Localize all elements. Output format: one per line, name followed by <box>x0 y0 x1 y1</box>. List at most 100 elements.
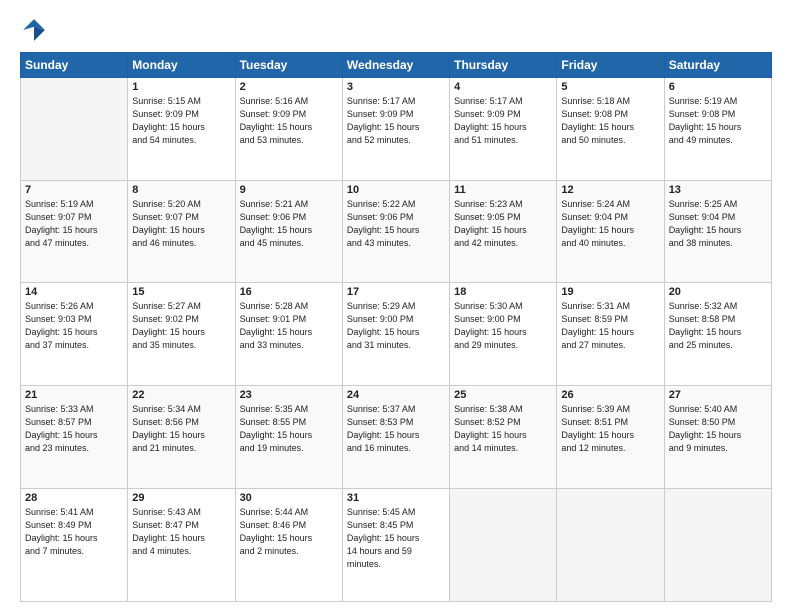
day-info: Sunrise: 5:43 AM Sunset: 8:47 PM Dayligh… <box>132 506 230 558</box>
day-number: 14 <box>25 286 123 298</box>
logo-icon <box>20 16 48 44</box>
day-cell: 27 Sunrise: 5:40 AM Sunset: 8:50 PM Dayl… <box>664 385 771 488</box>
day-cell: 8 Sunrise: 5:20 AM Sunset: 9:07 PM Dayli… <box>128 180 235 283</box>
week-row-2: 7 Sunrise: 5:19 AM Sunset: 9:07 PM Dayli… <box>21 180 772 283</box>
day-info: Sunrise: 5:24 AM Sunset: 9:04 PM Dayligh… <box>561 198 659 250</box>
day-cell <box>450 488 557 602</box>
day-number: 28 <box>25 492 123 504</box>
weekday-sunday: Sunday <box>21 53 128 78</box>
day-number: 17 <box>347 286 445 298</box>
day-number: 5 <box>561 81 659 93</box>
day-cell <box>21 78 128 181</box>
weekday-tuesday: Tuesday <box>235 53 342 78</box>
day-info: Sunrise: 5:17 AM Sunset: 9:09 PM Dayligh… <box>454 95 552 147</box>
day-info: Sunrise: 5:27 AM Sunset: 9:02 PM Dayligh… <box>132 300 230 352</box>
day-number: 13 <box>669 184 767 196</box>
weekday-friday: Friday <box>557 53 664 78</box>
day-number: 4 <box>454 81 552 93</box>
day-number: 21 <box>25 389 123 401</box>
day-number: 25 <box>454 389 552 401</box>
day-cell: 1 Sunrise: 5:15 AM Sunset: 9:09 PM Dayli… <box>128 78 235 181</box>
day-number: 15 <box>132 286 230 298</box>
week-row-4: 21 Sunrise: 5:33 AM Sunset: 8:57 PM Dayl… <box>21 385 772 488</box>
day-number: 20 <box>669 286 767 298</box>
day-cell <box>557 488 664 602</box>
day-number: 6 <box>669 81 767 93</box>
day-number: 22 <box>132 389 230 401</box>
logo <box>20 16 52 44</box>
day-info: Sunrise: 5:20 AM Sunset: 9:07 PM Dayligh… <box>132 198 230 250</box>
day-info: Sunrise: 5:29 AM Sunset: 9:00 PM Dayligh… <box>347 300 445 352</box>
day-cell: 10 Sunrise: 5:22 AM Sunset: 9:06 PM Dayl… <box>342 180 449 283</box>
day-number: 19 <box>561 286 659 298</box>
calendar-body: 1 Sunrise: 5:15 AM Sunset: 9:09 PM Dayli… <box>21 78 772 602</box>
day-cell: 28 Sunrise: 5:41 AM Sunset: 8:49 PM Dayl… <box>21 488 128 602</box>
day-info: Sunrise: 5:32 AM Sunset: 8:58 PM Dayligh… <box>669 300 767 352</box>
day-info: Sunrise: 5:18 AM Sunset: 9:08 PM Dayligh… <box>561 95 659 147</box>
day-info: Sunrise: 5:34 AM Sunset: 8:56 PM Dayligh… <box>132 403 230 455</box>
weekday-monday: Monday <box>128 53 235 78</box>
day-cell: 4 Sunrise: 5:17 AM Sunset: 9:09 PM Dayli… <box>450 78 557 181</box>
day-number: 12 <box>561 184 659 196</box>
day-cell: 26 Sunrise: 5:39 AM Sunset: 8:51 PM Dayl… <box>557 385 664 488</box>
day-info: Sunrise: 5:15 AM Sunset: 9:09 PM Dayligh… <box>132 95 230 147</box>
day-number: 2 <box>240 81 338 93</box>
day-cell: 23 Sunrise: 5:35 AM Sunset: 8:55 PM Dayl… <box>235 385 342 488</box>
day-info: Sunrise: 5:45 AM Sunset: 8:45 PM Dayligh… <box>347 506 445 571</box>
day-cell: 15 Sunrise: 5:27 AM Sunset: 9:02 PM Dayl… <box>128 283 235 386</box>
day-number: 8 <box>132 184 230 196</box>
day-cell: 21 Sunrise: 5:33 AM Sunset: 8:57 PM Dayl… <box>21 385 128 488</box>
day-info: Sunrise: 5:44 AM Sunset: 8:46 PM Dayligh… <box>240 506 338 558</box>
day-cell: 25 Sunrise: 5:38 AM Sunset: 8:52 PM Dayl… <box>450 385 557 488</box>
day-number: 16 <box>240 286 338 298</box>
day-number: 24 <box>347 389 445 401</box>
week-row-5: 28 Sunrise: 5:41 AM Sunset: 8:49 PM Dayl… <box>21 488 772 602</box>
day-info: Sunrise: 5:38 AM Sunset: 8:52 PM Dayligh… <box>454 403 552 455</box>
day-cell: 14 Sunrise: 5:26 AM Sunset: 9:03 PM Dayl… <box>21 283 128 386</box>
calendar: SundayMondayTuesdayWednesdayThursdayFrid… <box>20 52 772 602</box>
day-cell: 19 Sunrise: 5:31 AM Sunset: 8:59 PM Dayl… <box>557 283 664 386</box>
weekday-thursday: Thursday <box>450 53 557 78</box>
day-cell: 2 Sunrise: 5:16 AM Sunset: 9:09 PM Dayli… <box>235 78 342 181</box>
page: SundayMondayTuesdayWednesdayThursdayFrid… <box>0 0 792 612</box>
day-info: Sunrise: 5:39 AM Sunset: 8:51 PM Dayligh… <box>561 403 659 455</box>
day-cell: 6 Sunrise: 5:19 AM Sunset: 9:08 PM Dayli… <box>664 78 771 181</box>
day-number: 23 <box>240 389 338 401</box>
day-number: 29 <box>132 492 230 504</box>
day-info: Sunrise: 5:35 AM Sunset: 8:55 PM Dayligh… <box>240 403 338 455</box>
day-number: 1 <box>132 81 230 93</box>
day-info: Sunrise: 5:16 AM Sunset: 9:09 PM Dayligh… <box>240 95 338 147</box>
day-number: 10 <box>347 184 445 196</box>
day-info: Sunrise: 5:33 AM Sunset: 8:57 PM Dayligh… <box>25 403 123 455</box>
day-number: 3 <box>347 81 445 93</box>
day-info: Sunrise: 5:19 AM Sunset: 9:07 PM Dayligh… <box>25 198 123 250</box>
day-cell: 16 Sunrise: 5:28 AM Sunset: 9:01 PM Dayl… <box>235 283 342 386</box>
day-number: 18 <box>454 286 552 298</box>
day-cell: 11 Sunrise: 5:23 AM Sunset: 9:05 PM Dayl… <box>450 180 557 283</box>
day-info: Sunrise: 5:30 AM Sunset: 9:00 PM Dayligh… <box>454 300 552 352</box>
day-cell <box>664 488 771 602</box>
day-number: 26 <box>561 389 659 401</box>
day-cell: 5 Sunrise: 5:18 AM Sunset: 9:08 PM Dayli… <box>557 78 664 181</box>
day-info: Sunrise: 5:23 AM Sunset: 9:05 PM Dayligh… <box>454 198 552 250</box>
header <box>20 16 772 44</box>
day-cell: 24 Sunrise: 5:37 AM Sunset: 8:53 PM Dayl… <box>342 385 449 488</box>
day-info: Sunrise: 5:26 AM Sunset: 9:03 PM Dayligh… <box>25 300 123 352</box>
day-info: Sunrise: 5:40 AM Sunset: 8:50 PM Dayligh… <box>669 403 767 455</box>
week-row-1: 1 Sunrise: 5:15 AM Sunset: 9:09 PM Dayli… <box>21 78 772 181</box>
weekday-wednesday: Wednesday <box>342 53 449 78</box>
day-cell: 18 Sunrise: 5:30 AM Sunset: 9:00 PM Dayl… <box>450 283 557 386</box>
day-number: 11 <box>454 184 552 196</box>
day-cell: 3 Sunrise: 5:17 AM Sunset: 9:09 PM Dayli… <box>342 78 449 181</box>
day-number: 30 <box>240 492 338 504</box>
day-cell: 13 Sunrise: 5:25 AM Sunset: 9:04 PM Dayl… <box>664 180 771 283</box>
day-number: 9 <box>240 184 338 196</box>
day-cell: 22 Sunrise: 5:34 AM Sunset: 8:56 PM Dayl… <box>128 385 235 488</box>
day-info: Sunrise: 5:17 AM Sunset: 9:09 PM Dayligh… <box>347 95 445 147</box>
day-number: 31 <box>347 492 445 504</box>
day-cell: 7 Sunrise: 5:19 AM Sunset: 9:07 PM Dayli… <box>21 180 128 283</box>
day-info: Sunrise: 5:21 AM Sunset: 9:06 PM Dayligh… <box>240 198 338 250</box>
day-cell: 17 Sunrise: 5:29 AM Sunset: 9:00 PM Dayl… <box>342 283 449 386</box>
day-info: Sunrise: 5:22 AM Sunset: 9:06 PM Dayligh… <box>347 198 445 250</box>
day-cell: 31 Sunrise: 5:45 AM Sunset: 8:45 PM Dayl… <box>342 488 449 602</box>
